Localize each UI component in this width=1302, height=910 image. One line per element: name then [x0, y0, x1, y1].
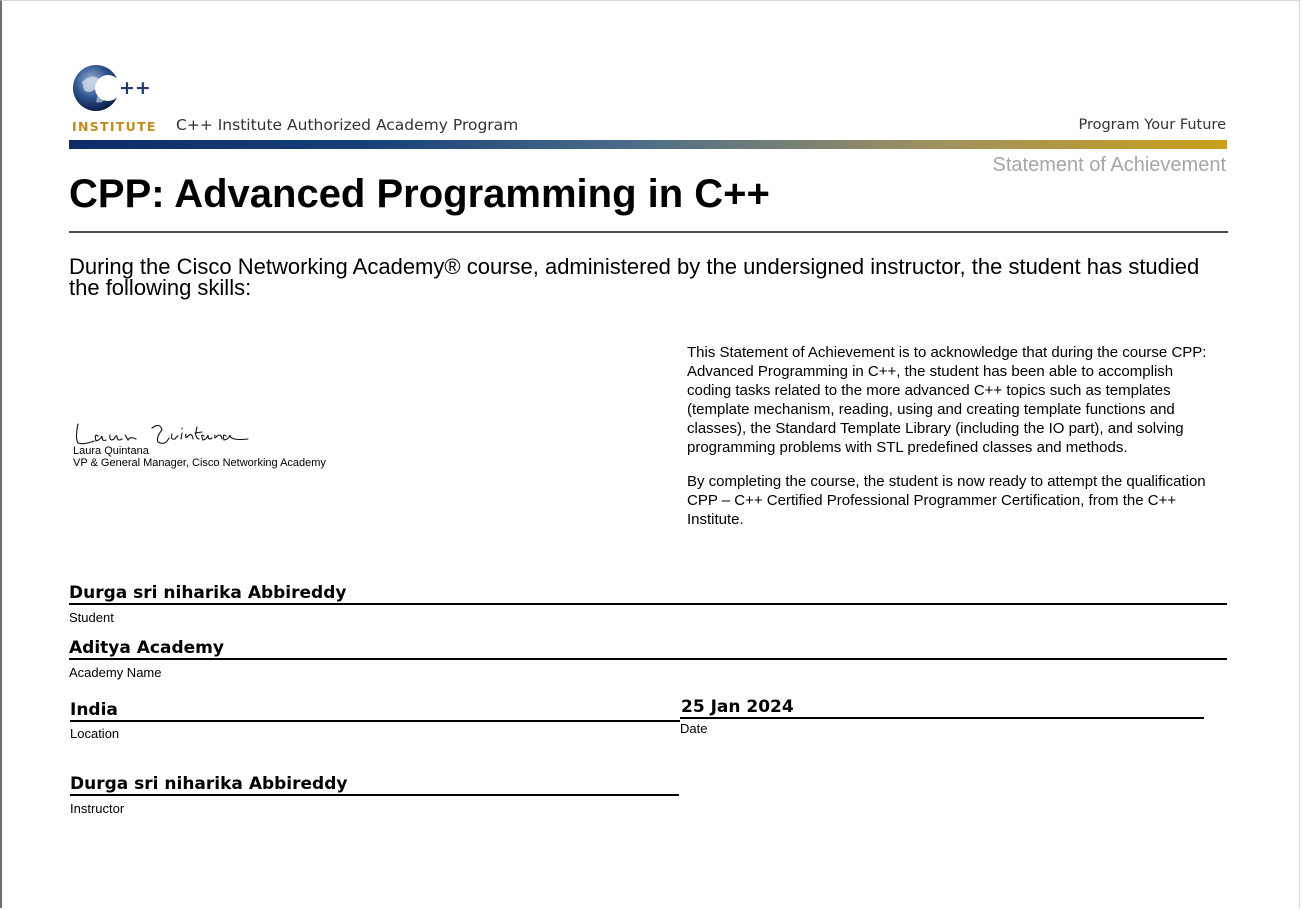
header-gradient-bar [69, 140, 1227, 149]
title-divider [69, 231, 1228, 233]
tagline: Program Your Future [1078, 117, 1226, 133]
cpp-institute-logo: ++ [73, 65, 151, 111]
student-rule [69, 603, 1227, 605]
instructor-rule [70, 794, 679, 796]
academy-rule [69, 658, 1227, 660]
course-title: CPP: Advanced Programming in C++ [69, 172, 770, 216]
instructor-label: Instructor [70, 801, 125, 816]
student-label: Student [69, 610, 114, 625]
achievement-description: This Statement of Achievement is to ackn… [687, 343, 1207, 544]
instructor-name: Durga sri niharika Abbireddy [70, 774, 348, 794]
date-value: 25 Jan 2024 [681, 697, 794, 717]
location-value: India [70, 700, 118, 720]
program-name: C++ Institute Authorized Academy Program [176, 116, 519, 134]
description-paragraph: By completing the course, the student is… [687, 473, 1206, 528]
date-label: Date [680, 721, 708, 736]
intro-text: During the Cisco Networking Academy® cou… [69, 254, 1200, 300]
location-label: Location [70, 726, 120, 741]
academy-name: Aditya Academy [69, 638, 224, 658]
signatory-name: Laura Quintana [73, 445, 149, 457]
academy-label: Academy Name [69, 665, 162, 680]
description-paragraph: This Statement of Achievement is to ackn… [687, 344, 1207, 456]
signatory-role: VP & General Manager, Cisco Networking A… [73, 457, 326, 469]
date-rule [680, 717, 1204, 719]
student-name: Durga sri niharika Abbireddy [69, 583, 347, 603]
handwritten-signature [75, 423, 249, 445]
location-rule [70, 720, 680, 722]
document-type-label: Statement of Achievement [992, 154, 1226, 176]
svg-text:++: ++ [119, 77, 151, 99]
logo-wordmark: INSTITUTE [72, 119, 157, 134]
